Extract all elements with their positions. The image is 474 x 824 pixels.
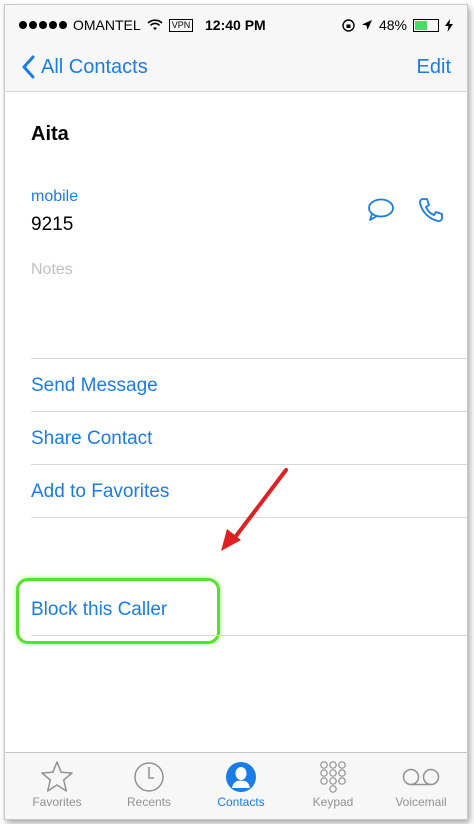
status-time: 12:40 PM — [205, 17, 266, 33]
share-contact-button[interactable]: Share Contact — [31, 428, 152, 450]
phone-label: mobile — [31, 188, 79, 205]
tab-favorites[interactable]: Favorites — [11, 759, 103, 809]
phone-screen: OMANTEL VPN 12:40 PM 48% All Contacts Ed… — [4, 4, 468, 820]
person-icon — [226, 762, 256, 792]
vpn-badge: VPN — [168, 18, 194, 32]
chevron-left-icon — [22, 55, 35, 79]
tab-voicemail[interactable]: Voicemail — [375, 759, 467, 809]
tab-label: Contacts — [217, 795, 265, 809]
location-arrow-icon — [361, 20, 372, 30]
tab-label: Voicemail — [395, 795, 447, 809]
send-message-button[interactable]: Send Message — [31, 375, 158, 397]
divider — [31, 411, 467, 412]
status-left: OMANTEL VPN — [19, 17, 194, 33]
edit-button[interactable]: Edit — [417, 56, 451, 79]
charging-bolt-icon — [445, 18, 453, 32]
divider — [31, 358, 467, 359]
tab-recents[interactable]: Recents — [103, 759, 195, 809]
phone-icon[interactable] — [417, 196, 445, 224]
carrier-name: OMANTEL — [73, 17, 141, 33]
navigation-bar: All Contacts Edit — [5, 45, 467, 92]
phone-number[interactable]: 9215 — [31, 214, 73, 236]
tab-label: Keypad — [312, 795, 354, 809]
divider — [31, 517, 467, 518]
clock-icon — [134, 762, 164, 792]
message-bubble-icon[interactable] — [367, 198, 395, 222]
tab-label: Favorites — [32, 795, 82, 809]
wifi-icon — [147, 19, 163, 30]
battery-icon — [413, 18, 439, 32]
status-bar: OMANTEL VPN 12:40 PM 48% — [5, 5, 467, 45]
tab-contacts[interactable]: Contacts — [195, 759, 287, 809]
star-icon — [41, 761, 73, 792]
back-button[interactable]: All Contacts — [21, 55, 148, 79]
divider — [31, 635, 467, 636]
voicemail-icon — [402, 768, 440, 786]
tab-label: Recents — [126, 795, 172, 809]
contact-name: Aita — [31, 123, 69, 145]
keypad-icon — [320, 761, 346, 793]
battery-percent: 48% — [378, 17, 407, 33]
divider — [31, 464, 467, 465]
tab-bar: Favorites Recents Contacts Keypad Voicem… — [5, 752, 467, 819]
notes-field[interactable]: Notes — [31, 261, 73, 279]
signal-strength-icon — [19, 21, 67, 29]
tab-keypad[interactable]: Keypad — [287, 759, 379, 809]
block-caller-button[interactable]: Block this Caller — [31, 599, 167, 621]
back-button-label: All Contacts — [41, 55, 148, 78]
orientation-lock-icon — [342, 18, 355, 32]
status-right: 48% — [342, 17, 453, 33]
annotation-arrow-icon — [221, 468, 288, 551]
add-to-favorites-button[interactable]: Add to Favorites — [31, 481, 169, 503]
